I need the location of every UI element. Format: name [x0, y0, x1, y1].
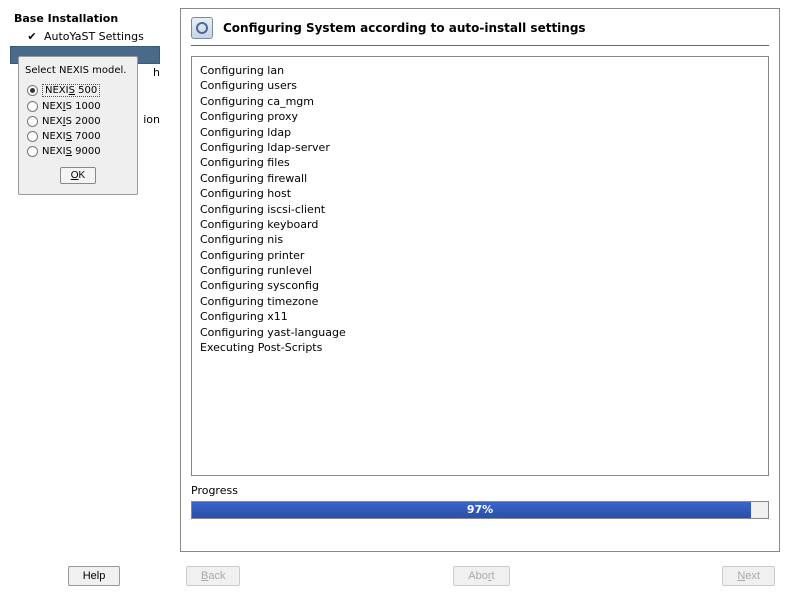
log-line: Configuring lan	[200, 63, 760, 78]
header: Configuring System according to auto-ins…	[191, 17, 769, 46]
select-model-dialog: Select NEXIS model. NEXIS 500 NEXIS 1000 N…	[18, 56, 138, 195]
radio-icon	[27, 116, 38, 127]
log-line: Configuring ca_mgm	[200, 94, 760, 109]
radio-label: NEXIS 7000	[42, 131, 101, 142]
radio-icon	[27, 146, 38, 157]
radio-option[interactable]: NEXIS 9000	[25, 144, 131, 159]
log-line: Configuring yast-language	[200, 325, 760, 340]
log-line: Configuring ldap-server	[200, 140, 760, 155]
log-line: Configuring files	[200, 155, 760, 170]
radio-option[interactable]: NEXIS 500	[25, 82, 131, 99]
radio-icon	[27, 85, 38, 96]
log-line: Executing Post-Scripts	[200, 340, 760, 355]
help-button[interactable]: Help	[68, 566, 121, 586]
log-line: Configuring x11	[200, 309, 760, 324]
radio-label: NEXIS 1000	[42, 101, 101, 112]
progress-bar: 97%	[191, 501, 769, 519]
progress-text: 97%	[192, 503, 768, 516]
log-line: Configuring timezone	[200, 294, 760, 309]
log-line: Configuring nis	[200, 232, 760, 247]
radio-icon	[27, 131, 38, 142]
log-line: Configuring iscsi-client	[200, 202, 760, 217]
next-button: Next	[722, 566, 775, 586]
log-line: Configuring runlevel	[200, 263, 760, 278]
dialog-label: Select NEXIS model.	[25, 65, 131, 76]
radio-icon	[27, 101, 38, 112]
back-button: Back	[186, 566, 240, 586]
ok-button[interactable]: OK	[60, 167, 96, 184]
sidebar-item-label: AutoYaST Settings	[44, 30, 144, 43]
radio-option[interactable]: NEXIS 2000	[25, 114, 131, 129]
log-output: Configuring lanConfiguring usersConfigur…	[191, 56, 769, 476]
radio-label: NEXIS 9000	[42, 146, 101, 157]
radio-label: NEXIS 2000	[42, 116, 101, 127]
log-line: Configuring proxy	[200, 109, 760, 124]
log-line: Configuring users	[200, 78, 760, 93]
radio-option[interactable]: NEXIS 1000	[25, 99, 131, 114]
sidebar-item-autoyast: ✔ AutoYaST Settings	[10, 29, 160, 44]
log-line: Configuring keyboard	[200, 217, 760, 232]
log-line: Configuring sysconfig	[200, 278, 760, 293]
bottom-button-bar: Help Back Abort Next	[0, 566, 793, 586]
log-line: Configuring ldap	[200, 125, 760, 140]
log-line: Configuring host	[200, 186, 760, 201]
log-line: Configuring printer	[200, 248, 760, 263]
abort-button: Abort	[453, 566, 509, 586]
configure-icon	[191, 17, 213, 39]
log-line: Configuring firewall	[200, 171, 760, 186]
main-panel: Configuring System according to auto-ins…	[180, 8, 780, 552]
check-icon: ✔	[26, 30, 38, 43]
radio-option[interactable]: NEXIS 7000	[25, 129, 131, 144]
sidebar-title: Base Installation	[10, 12, 160, 25]
radio-label: NEXIS 500	[42, 84, 100, 97]
page-title: Configuring System according to auto-ins…	[223, 21, 586, 35]
progress-label: Progress	[191, 484, 769, 497]
